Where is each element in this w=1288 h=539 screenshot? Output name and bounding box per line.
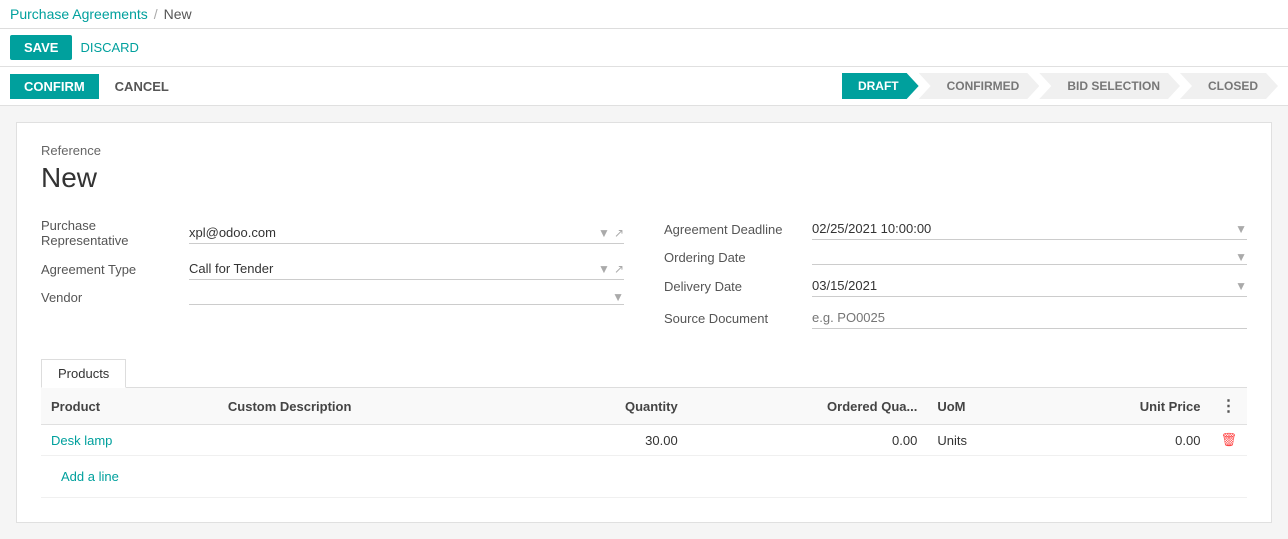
delivery-date-row: Delivery Date 03/15/2021 ▼: [664, 275, 1247, 297]
col-product: Product: [41, 388, 218, 425]
vendor-field[interactable]: ▼: [189, 290, 624, 305]
cell-uom-value: Units: [937, 433, 967, 448]
form-left: Purchase Representative xpl@odoo.com ▼ ↗…: [41, 218, 624, 339]
form-section: Purchase Representative xpl@odoo.com ▼ ↗…: [41, 218, 1247, 339]
status-confirmed[interactable]: CONFIRMED: [919, 73, 1040, 99]
cell-product: Desk lamp: [41, 425, 218, 456]
products-table: Product Custom Description Quantity Orde…: [41, 388, 1247, 498]
agreement-type-row: Agreement Type Call for Tender ▼ ↗: [41, 258, 624, 280]
tab-products[interactable]: Products: [41, 359, 126, 388]
table-header-row: Product Custom Description Quantity Orde…: [41, 388, 1247, 425]
purchase-representative-value: xpl@odoo.com: [189, 222, 594, 243]
status-draft-label: DRAFT: [858, 79, 899, 93]
breadcrumb: Purchase Agreements / New: [10, 6, 192, 22]
reference-value: New: [41, 162, 1247, 194]
agreement-deadline-field[interactable]: 02/25/2021 10:00:00 ▼: [812, 218, 1247, 240]
ordering-date-label: Ordering Date: [664, 250, 804, 265]
source-document-input[interactable]: [812, 307, 1247, 328]
add-line-cell: Add a line: [41, 456, 1247, 498]
breadcrumb-current: New: [164, 6, 192, 22]
add-line-row: Add a line: [41, 456, 1247, 498]
cancel-button[interactable]: CANCEL: [105, 74, 179, 99]
status-draft[interactable]: DRAFT: [842, 73, 919, 99]
col-actions-menu[interactable]: ⋮: [1210, 388, 1247, 425]
vendor-row: Vendor ▼: [41, 290, 624, 306]
reference-label: Reference: [41, 143, 1247, 158]
cell-uom: Units: [927, 425, 1035, 456]
ordering-date-value: [812, 254, 1231, 260]
cell-unit-price: 0.00: [1035, 425, 1210, 456]
col-quantity: Quantity: [530, 388, 688, 425]
cell-ordered-qty: 0.00: [688, 425, 928, 456]
tabs: Products: [41, 359, 1247, 388]
agreement-type-dropdown-icon[interactable]: ▼: [598, 262, 610, 276]
breadcrumb-parent[interactable]: Purchase Agreements: [10, 6, 148, 22]
status-closed-label: CLOSED: [1208, 79, 1258, 93]
tab-products-label: Products: [58, 366, 109, 381]
add-line-button[interactable]: Add a line: [51, 463, 129, 490]
save-button[interactable]: SAVE: [10, 35, 72, 60]
col-description: Custom Description: [218, 388, 530, 425]
status-bid-selection[interactable]: BID SELECTION: [1039, 73, 1180, 99]
delivery-date-dropdown-icon[interactable]: ▼: [1235, 279, 1247, 293]
col-uom: UoM: [927, 388, 1035, 425]
status-confirmed-label: CONFIRMED: [947, 79, 1020, 93]
delete-row-icon[interactable]: 🗑: [1220, 432, 1237, 447]
status-bid-selection-label: BID SELECTION: [1067, 79, 1160, 93]
agreement-deadline-dropdown-icon[interactable]: ▼: [1235, 222, 1247, 236]
cell-description[interactable]: [218, 425, 530, 456]
delivery-date-label: Delivery Date: [664, 279, 804, 294]
purchase-representative-row: Purchase Representative xpl@odoo.com ▼ ↗: [41, 218, 624, 248]
main-content: Reference New Purchase Representative xp…: [0, 106, 1288, 539]
vendor-label: Vendor: [41, 290, 181, 306]
delivery-date-field[interactable]: 03/15/2021 ▼: [812, 275, 1247, 297]
status-actions: CONFIRM CANCEL: [10, 74, 179, 99]
ordering-date-dropdown-icon[interactable]: ▼: [1235, 250, 1247, 264]
source-document-field[interactable]: [812, 307, 1247, 329]
form-right: Agreement Deadline 02/25/2021 10:00:00 ▼…: [664, 218, 1247, 339]
product-link[interactable]: Desk lamp: [51, 433, 112, 448]
status-closed[interactable]: CLOSED: [1180, 73, 1278, 99]
purchase-representative-field[interactable]: xpl@odoo.com ▼ ↗: [189, 222, 624, 244]
cell-unit-price-value: 0.00: [1175, 433, 1200, 448]
cell-ordered-qty-value: 0.00: [892, 433, 917, 448]
ordering-date-field[interactable]: ▼: [812, 250, 1247, 265]
action-bar: SAVE DISCARD: [0, 29, 1288, 67]
col-ordered-qty: Ordered Qua...: [688, 388, 928, 425]
vendor-value: [189, 294, 608, 300]
agreement-deadline-row: Agreement Deadline 02/25/2021 10:00:00 ▼: [664, 218, 1247, 240]
agreement-type-ext-link-icon[interactable]: ↗: [614, 262, 624, 276]
breadcrumb-bar: Purchase Agreements / New: [0, 0, 1288, 29]
discard-button[interactable]: DISCARD: [80, 40, 139, 55]
agreement-type-label: Agreement Type: [41, 262, 181, 277]
cell-delete[interactable]: 🗑: [1210, 425, 1247, 456]
purchase-representative-ext-link-icon[interactable]: ↗: [614, 226, 624, 240]
source-document-row: Source Document: [664, 307, 1247, 329]
status-bar: CONFIRM CANCEL DRAFT CONFIRMED BID SELEC…: [0, 67, 1288, 106]
cell-quantity-value: 30.00: [645, 433, 678, 448]
delivery-date-value: 03/15/2021: [812, 275, 1231, 296]
breadcrumb-separator: /: [154, 6, 158, 22]
form-card: Reference New Purchase Representative xp…: [16, 122, 1272, 523]
vendor-dropdown-icon[interactable]: ▼: [612, 290, 624, 304]
confirm-button[interactable]: CONFIRM: [10, 74, 99, 99]
purchase-representative-dropdown-icon[interactable]: ▼: [598, 226, 610, 240]
status-pipeline: DRAFT CONFIRMED BID SELECTION CLOSED: [842, 73, 1278, 99]
cell-quantity: 30.00: [530, 425, 688, 456]
agreement-type-value: Call for Tender: [189, 258, 594, 279]
table-row: Desk lamp 30.00 0.00 Units 0.: [41, 425, 1247, 456]
source-document-label: Source Document: [664, 311, 804, 326]
col-unit-price: Unit Price: [1035, 388, 1210, 425]
ordering-date-row: Ordering Date ▼: [664, 250, 1247, 265]
table-column-menu-icon[interactable]: ⋮: [1220, 398, 1236, 415]
agreement-deadline-value: 02/25/2021 10:00:00: [812, 218, 1231, 239]
agreement-type-field[interactable]: Call for Tender ▼ ↗: [189, 258, 624, 280]
agreement-deadline-label: Agreement Deadline: [664, 222, 804, 237]
purchase-representative-label: Purchase Representative: [41, 218, 181, 248]
